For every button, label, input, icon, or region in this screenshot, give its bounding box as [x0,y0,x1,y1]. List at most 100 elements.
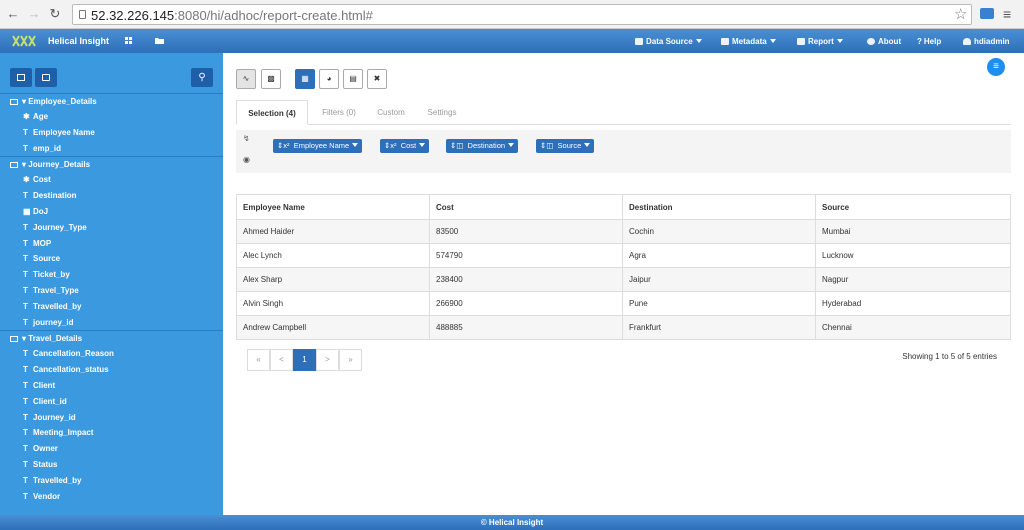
menu-user[interactable]: hdiadmin [963,37,1010,46]
tree-field-label: Status [33,459,58,469]
browser-menu-icon[interactable]: ≡ [1003,6,1011,22]
search-icon: ⚲ [198,72,206,83]
tree-field-item[interactable]: T Journey_Type [0,220,223,236]
tree-field-item[interactable]: T Travelled_by [0,473,223,489]
prev-page-button[interactable]: < [270,349,293,371]
tree-group-travel_details[interactable]: ▾ Travel_Details [0,330,223,346]
document-button[interactable]: ▤ [343,69,363,89]
table-icon [10,162,18,169]
tree-field-label: Ticket_by [33,270,70,280]
tree-field-item[interactable]: T Cancellation_Reason [0,346,223,362]
tree-field-item[interactable]: T Client_id [0,394,223,410]
tree-field-item[interactable]: T Journey_id [0,410,223,426]
folder-icon[interactable] [154,35,165,46]
address-bar[interactable]: 52.32.226.145:8080/hi/adhoc/report-creat… [72,4,972,25]
table-cell: Jaipur [622,267,816,292]
column-header[interactable]: Employee Name [236,194,430,220]
table-cell: Nagpur [815,267,1011,292]
tree-group-label: ▾ Travel_Details [22,334,83,344]
list-icon: ≡ [993,61,999,72]
text-field-icon: T [23,317,28,327]
edit-button[interactable] [35,68,57,87]
tree-group-journey_details[interactable]: ▾ Journey_Details [0,156,223,172]
tree-field-item[interactable]: ✱ Age [0,109,223,125]
menu-data-source[interactable]: Data Source [635,37,702,46]
lightning-icon[interactable]: ↯ [243,134,250,143]
menu-about[interactable]: About [867,37,901,46]
help-icon: ? [917,37,922,46]
view-list-button[interactable] [10,68,32,87]
next-page-button[interactable]: > [316,349,339,371]
last-page-button[interactable]: » [339,349,362,371]
tree-field-item[interactable]: T Destination [0,188,223,204]
text-field-icon: T [23,459,28,469]
tree-field-label: Journey_Type [33,222,87,232]
tree-field-item[interactable]: T Vendor [0,489,223,505]
tree-group-employee_details[interactable]: ▾ Employee_Details [0,93,223,109]
extension-icon[interactable] [980,8,994,19]
column-header[interactable]: Destination [622,194,816,220]
menu-metadata[interactable]: Metadata [721,37,776,46]
chart-view-button[interactable]: ∿ [236,69,256,89]
tree-field-item[interactable]: T Employee Name [0,125,223,141]
tree-field-item[interactable]: T Status [0,457,223,473]
selection-chip-source[interactable]: ⇕◫ Source [536,139,595,153]
tab-filters[interactable]: Filters (0) [312,100,366,125]
bookmark-star-icon[interactable]: ☆ [954,5,967,23]
tree-field-item[interactable]: T Ticket_by [0,267,223,283]
tree-field-item[interactable]: T Source [0,251,223,267]
selection-chip-destination[interactable]: ⇕◫ Destination [446,139,519,153]
column-header[interactable]: Source [815,194,1011,220]
tree-field-item[interactable]: ✱ Cost [0,172,223,188]
table-cell: 238400 [429,267,623,292]
pie-view-button[interactable]: ◕ [319,69,339,89]
menu-report[interactable]: Report [797,37,843,46]
table-cell: Alvin Singh [236,291,430,316]
options-menu-button[interactable]: ≡ [987,58,1005,76]
tree-field-item[interactable]: T Travel_Type [0,283,223,299]
page-1-button[interactable]: 1 [293,349,316,371]
tree-field-item[interactable]: T Travelled_by [0,299,223,315]
first-page-button[interactable]: « [247,349,270,371]
table-cell: Lucknow [815,243,1011,268]
dimension-icon: ⇕◫ [540,141,554,150]
tree-field-item[interactable]: T Client [0,378,223,394]
info-icon [867,38,875,45]
tree-field-item[interactable]: T Owner [0,441,223,457]
tree-field-item[interactable]: T Cancellation_status [0,362,223,378]
table-cell: Alex Sharp [236,267,430,292]
table-cell: Andrew Campbell [236,315,430,340]
reload-icon[interactable]: ↻ [48,7,62,21]
forward-arrow-icon[interactable]: → [27,7,41,21]
tab-selection[interactable]: Selection (4) [236,100,308,125]
tree-field-item[interactable]: Temp_id [0,141,223,157]
tab-custom[interactable]: Custom [366,100,416,125]
column-header[interactable]: Cost [429,194,623,220]
text-field-icon: T [23,428,28,438]
caret-down-icon: ▾ [22,97,29,106]
tree-field-item[interactable]: ▦ DoJ [0,204,223,220]
grid-icon[interactable] [124,35,135,46]
fullscreen-button[interactable]: ✖ [367,69,387,89]
tree-field-item[interactable]: T MOP [0,236,223,252]
selection-chip-employee-name[interactable]: ⇕x² Employee Name [273,139,363,153]
entries-info: Showing 1 to 5 of 5 entries [902,352,997,361]
tree-field-item[interactable]: Tjourney_id [0,315,223,331]
table-cell: 83500 [429,219,623,244]
eye-icon[interactable]: ◉ [243,155,250,164]
sidebar-search-button[interactable]: ⚲ [191,68,213,87]
chevron-down-icon [836,39,843,43]
text-field-icon: T [23,380,28,390]
table-view-button[interactable]: ▦ [295,69,315,89]
selection-chip-cost[interactable]: ⇕x² Cost [380,139,430,153]
text-field-icon: T [23,238,28,248]
tree-field-label: Employee Name [33,127,95,137]
tab-settings[interactable]: Settings [416,100,468,125]
image-view-button[interactable]: ▩ [261,69,281,89]
expand-icon: ✖ [373,74,381,83]
text-field-icon: T [23,396,28,406]
chart-icon [797,38,805,45]
back-arrow-icon[interactable]: ← [6,7,20,21]
tree-field-item[interactable]: T Meeting_Impact [0,425,223,441]
menu-help[interactable]: ? Help [917,37,941,46]
